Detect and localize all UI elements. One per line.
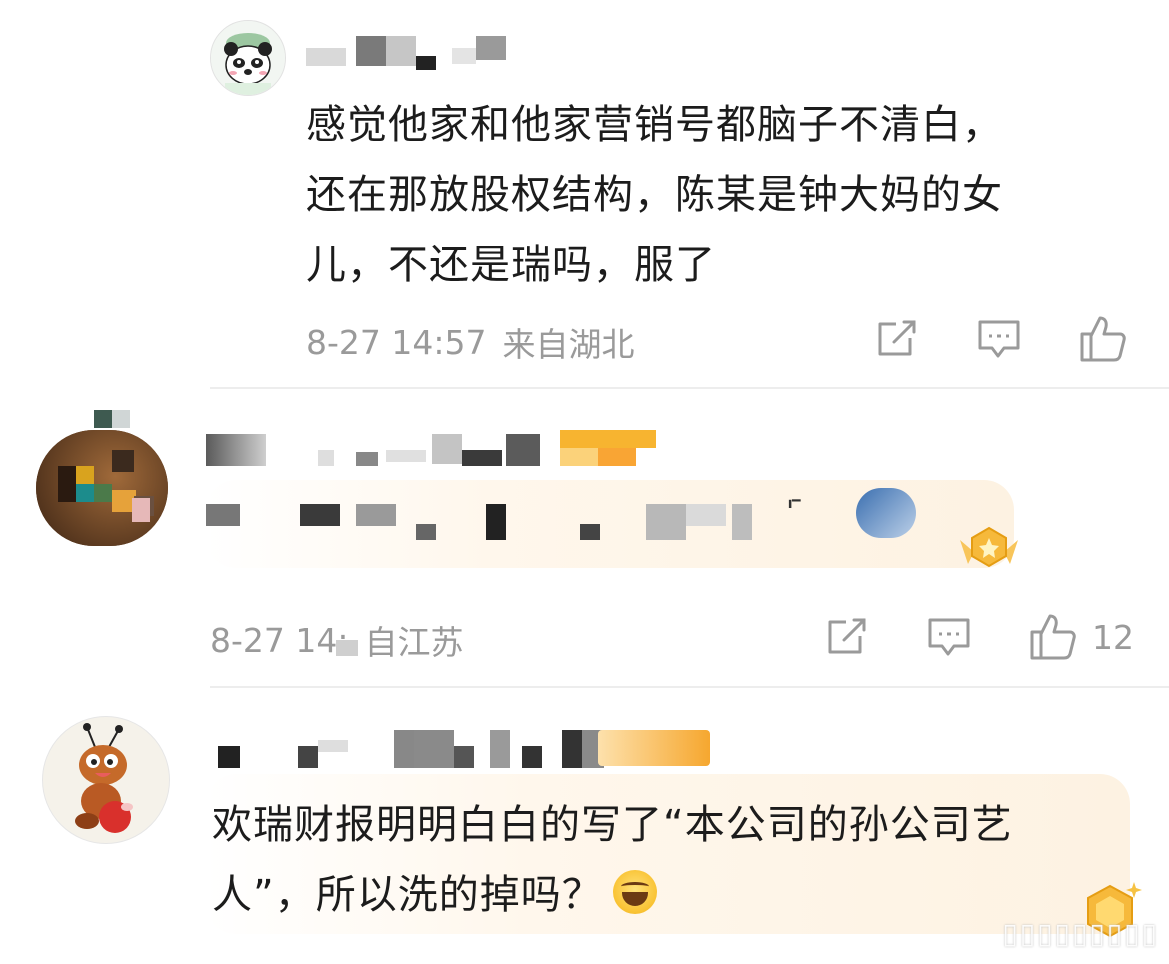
comment-item: 感觉他家和他家营销号都脑子不清白， 还在那放股权结构，陈某是钟大妈的女 儿，不还…	[0, 0, 1169, 390]
comment-text-pixelated: ' ̄	[206, 490, 926, 540]
comment-text-line: 还在那放股权结构，陈某是钟大妈的女	[306, 172, 1003, 218]
comment-text-line: 欢瑞财报明明白白的写了“本公司的孙公司艺	[212, 802, 1013, 848]
comment-button[interactable]	[976, 316, 1022, 362]
avatar[interactable]	[36, 430, 168, 546]
ant-avatar-icon	[75, 723, 133, 833]
divider	[210, 387, 1169, 389]
comment-meta: 8-27 14:57 来自湖北	[306, 318, 635, 366]
comment-date: 8-27 14:	[210, 620, 349, 660]
comment-text: 欢瑞财报明明白白的写了“本公司的孙公司艺 人”，所以洗的掉吗？	[212, 790, 1132, 930]
avatar[interactable]	[210, 20, 286, 96]
comment-button[interactable]	[926, 614, 972, 660]
thumbs-up-icon	[1080, 316, 1126, 362]
share-button[interactable]	[824, 614, 870, 660]
share-icon	[828, 618, 866, 654]
comment-item: 欢瑞财报明明白白的写了“本公司的孙公司艺 人”，所以洗的掉吗？ ▯▯▯▯▯▯▯▯…	[0, 690, 1169, 964]
avatar-pixel-fragment	[112, 410, 130, 428]
comment-icon	[928, 618, 970, 656]
meta-pixel-fragment	[336, 640, 358, 656]
laughing-emoji-icon	[612, 870, 657, 914]
comment-location: 自江苏	[364, 623, 464, 662]
fan-badge-pixelated[interactable]	[598, 730, 710, 766]
comment-item: ' ̄ 8-27 14: 自江苏 12	[0, 390, 1169, 688]
watermark: ▯▯▯▯▯▯▯▯▯	[1002, 917, 1159, 950]
thumbs-up-icon	[1030, 614, 1076, 660]
comment-location: 来自湖北	[502, 325, 635, 364]
sticker-icon	[856, 488, 916, 538]
comment-text-line: 儿，不还是瑞吗，服了	[306, 242, 716, 288]
like-button[interactable]: 12	[1028, 612, 1134, 662]
gold-crown-badge-icon	[954, 524, 1024, 570]
share-icon	[878, 320, 916, 356]
comment-actions	[874, 314, 1142, 364]
fan-badge-pixelated[interactable]	[560, 430, 656, 466]
comment-date: 8-27 14:57	[306, 322, 487, 362]
avatar[interactable]	[42, 716, 170, 844]
avatar-pixel-fragment	[94, 410, 112, 428]
comment-text-line: 感觉他家和他家营销号都脑子不清白，	[306, 102, 1003, 148]
share-button[interactable]	[874, 316, 920, 362]
comment-icon	[978, 320, 1020, 358]
divider	[210, 686, 1169, 688]
comment-actions: 12	[824, 612, 1134, 662]
like-count: 12	[1092, 617, 1134, 657]
username-pixelated[interactable]	[306, 30, 516, 74]
comment-text-line: 人”，所以洗的掉吗？	[212, 860, 1132, 930]
comment-text: 感觉他家和他家营销号都脑子不清白， 还在那放股权结构，陈某是钟大妈的女 儿，不还…	[306, 90, 1126, 300]
like-button[interactable]	[1078, 314, 1142, 364]
panda-avatar-icon	[211, 21, 285, 95]
avatar-pixel-fragment	[132, 498, 150, 522]
